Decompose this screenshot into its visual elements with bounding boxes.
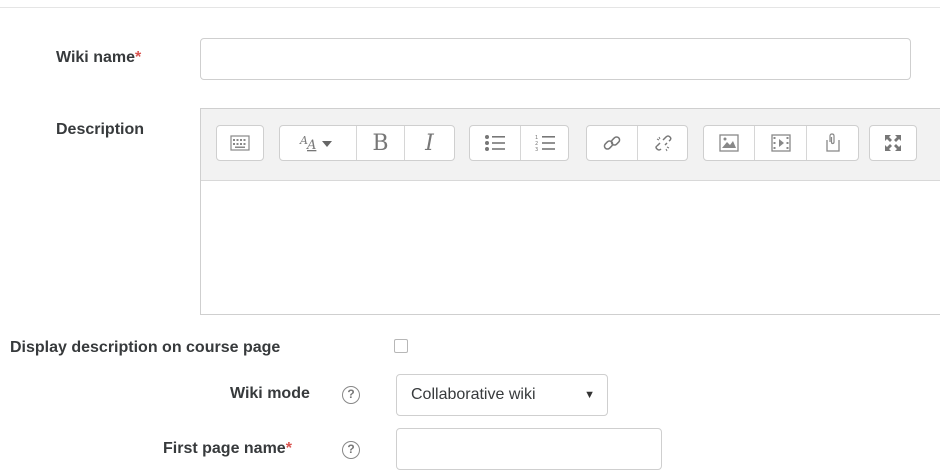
wiki-name-input[interactable]: [200, 38, 911, 80]
wiki-mode-select[interactable]: Collaborative wiki ▼: [396, 374, 608, 416]
wiki-name-label-text: Wiki name: [56, 49, 135, 66]
first-page-name-label-text: First page name: [163, 440, 286, 457]
chevron-down-icon: ▼: [584, 389, 595, 401]
ordered-list-icon[interactable]: 123: [520, 126, 568, 160]
wiki-mode-help-icon[interactable]: ?: [342, 386, 360, 404]
toolbar-group-fullscreen: [869, 125, 917, 161]
svg-text:A: A: [306, 138, 316, 153]
unlink-icon[interactable]: [637, 126, 687, 160]
toolbar-group-lists: 123: [469, 125, 569, 161]
editor-toolbar: AA B I 123: [201, 109, 940, 181]
first-page-name-help-icon[interactable]: ?: [342, 441, 360, 459]
editor-content-area[interactable]: [201, 181, 940, 315]
fullscreen-icon[interactable]: [870, 126, 916, 160]
first-page-name-input[interactable]: [396, 428, 662, 470]
toolbar-group-text: AA B I: [279, 125, 455, 161]
required-mark: *: [135, 49, 142, 66]
unordered-list-icon[interactable]: [470, 126, 520, 160]
media-icon[interactable]: [754, 126, 806, 160]
wiki-mode-selected-value: Collaborative wiki: [411, 386, 536, 403]
svg-text:3: 3: [535, 147, 538, 152]
required-mark: *: [285, 440, 292, 457]
top-divider: [0, 7, 940, 8]
toolbar-group-media: [703, 125, 859, 161]
description-label: Description: [56, 121, 145, 138]
image-icon[interactable]: [704, 126, 754, 160]
font-style-icon[interactable]: AA: [280, 126, 356, 160]
display-description-checkbox[interactable]: [394, 339, 408, 353]
description-editor: AA B I 123: [200, 108, 940, 315]
wiki-name-label: Wiki name*: [56, 49, 141, 67]
toolbar-group-more: [216, 125, 264, 161]
toolbar-group-links: [586, 125, 688, 161]
display-description-label: Display description on course page: [10, 339, 281, 356]
link-icon[interactable]: [587, 126, 637, 160]
bold-icon[interactable]: B: [356, 126, 404, 160]
wiki-mode-label: Wiki mode: [230, 385, 310, 402]
manage-files-icon[interactable]: [806, 126, 858, 160]
show-more-buttons-icon[interactable]: [217, 126, 263, 160]
italic-icon[interactable]: I: [404, 126, 454, 160]
first-page-name-label: First page name*: [163, 440, 292, 458]
